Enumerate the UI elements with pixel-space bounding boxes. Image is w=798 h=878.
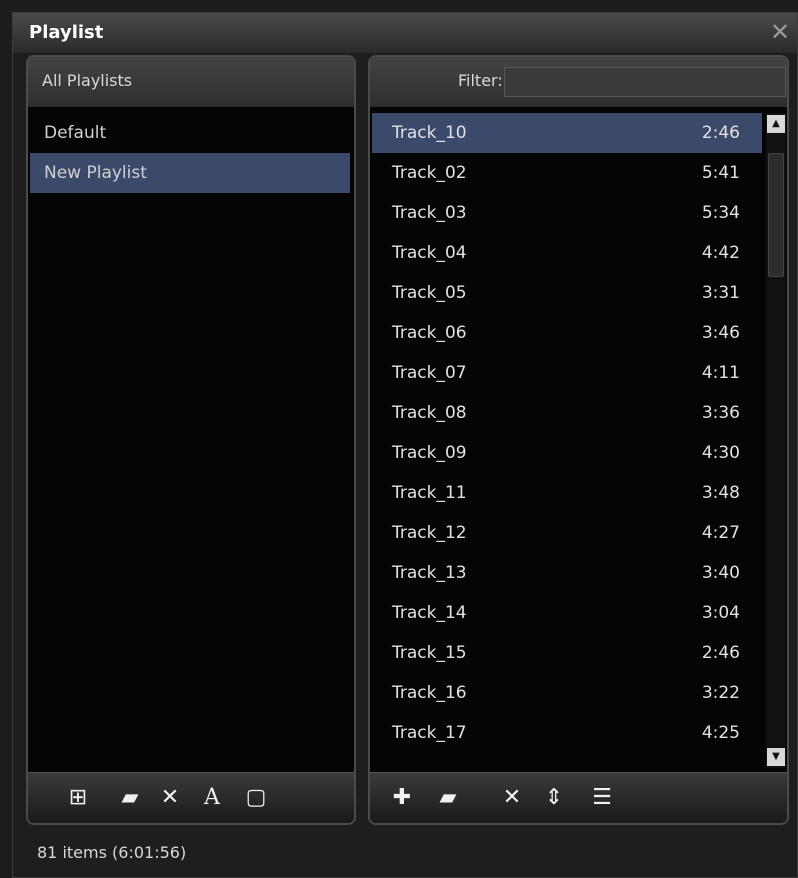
close-icon[interactable]: ✕ [767,19,793,45]
track-row[interactable]: Track_02 5:41 [372,153,762,193]
track-duration: 4:11 [701,363,740,383]
add-folder-icon[interactable]: ▰ [434,785,462,811]
track-duration: 3:31 [701,283,740,303]
track-row[interactable]: Track_09 4:30 [372,433,762,473]
track-duration: 3:46 [701,323,740,343]
filter-input[interactable] [504,67,786,97]
track-row[interactable]: Track_07 4:11 [372,353,762,393]
add-icon[interactable]: ✚ [388,785,416,811]
playlists-toolbar: ⊞ ▰ ✕ A ▢ [28,772,354,823]
track-duration: 2:46 [701,643,740,663]
track-name: Track_07 [392,363,467,383]
track-row[interactable]: Track_13 3:40 [372,553,762,593]
track-name: Track_10 [392,123,467,143]
track-list: Track_10 2:46 Track_02 5:41 Track_03 5:34 Trac… [370,113,764,768]
title-bar: Playlist ✕ [13,13,797,53]
track-name: Track_11 [392,483,467,503]
track-duration: 2:46 [701,123,740,143]
track-row[interactable]: Track_14 3:04 [372,593,762,633]
sort-icon[interactable]: ⇕ [540,785,568,811]
track-duration: 3:04 [701,603,740,623]
track-name: Track_16 [392,683,467,703]
track-duration: 3:48 [701,483,740,503]
track-row[interactable]: Track_10 2:46 [372,113,762,153]
playlist-window: Playlist ✕ All Playlists Default New Pla… [12,12,798,878]
track-row[interactable]: Track_16 3:22 [372,673,762,713]
track-name: Track_17 [392,723,467,743]
remove-icon[interactable]: ✕ [498,785,526,811]
track-scrollbar[interactable]: ▲ ▼ [766,113,786,768]
rename-icon[interactable]: A [198,785,226,811]
status-text: 81 items (6:01:56) [37,843,187,862]
track-duration: 3:36 [701,403,740,423]
playlist-item-label: New Playlist [44,163,147,183]
track-name: Track_03 [392,203,467,223]
scroll-down-icon[interactable]: ▼ [767,748,785,766]
track-row[interactable]: Track_03 5:34 [372,193,762,233]
playlist-item-label: Default [44,123,107,143]
tracks-toolbar: ✚ ▰ ✕ ⇕ ☰ [370,772,787,823]
scroll-thumb[interactable] [768,153,784,277]
track-duration: 5:41 [701,163,740,183]
track-row[interactable]: Track_08 3:36 [372,393,762,433]
track-duration: 4:25 [701,723,740,743]
track-name: Track_02 [392,163,467,183]
track-duration: 3:22 [701,683,740,703]
new-playlist-icon[interactable]: ⊞ [64,785,92,811]
save-icon[interactable]: ▢ [242,785,270,811]
track-row[interactable]: Track_04 4:42 [372,233,762,273]
playlist-item-new[interactable]: New Playlist [30,153,350,193]
track-row[interactable]: Track_15 2:46 [372,633,762,673]
track-name: Track_15 [392,643,467,663]
playlists-panel: All Playlists Default New Playlist ⊞ ▰ ✕… [26,55,356,825]
scroll-up-icon[interactable]: ▲ [767,115,785,133]
track-name: Track_06 [392,323,467,343]
track-name: Track_09 [392,443,467,463]
track-duration: 4:27 [701,523,740,543]
track-name: Track_04 [392,243,467,263]
delete-icon[interactable]: ✕ [156,785,184,811]
track-name: Track_05 [392,283,467,303]
playlists-header: All Playlists [28,57,354,107]
track-name: Track_13 [392,563,467,583]
track-name: Track_14 [392,603,467,623]
track-row[interactable]: Track_06 3:46 [372,313,762,353]
track-duration: 5:34 [701,203,740,223]
playlists-header-label: All Playlists [42,71,133,90]
track-name: Track_08 [392,403,467,423]
list-icon[interactable]: ☰ [588,785,616,811]
window-title: Playlist [29,22,104,43]
track-row[interactable]: Track_05 3:31 [372,273,762,313]
filter-label: Filter: [458,71,503,90]
track-row[interactable]: Track_17 4:25 [372,713,762,753]
track-duration: 4:30 [701,443,740,463]
track-row[interactable]: Track_12 4:27 [372,513,762,553]
open-folder-icon[interactable]: ▰ [116,785,144,811]
track-duration: 4:42 [701,243,740,263]
track-row[interactable]: Track_11 3:48 [372,473,762,513]
filter-header: Filter: [370,57,787,107]
tracks-panel: Filter: Track_10 2:46 Track_02 5:41 Track_03… [368,55,789,825]
playlist-item-default[interactable]: Default [30,113,350,153]
track-name: Track_12 [392,523,467,543]
track-duration: 3:40 [701,563,740,583]
